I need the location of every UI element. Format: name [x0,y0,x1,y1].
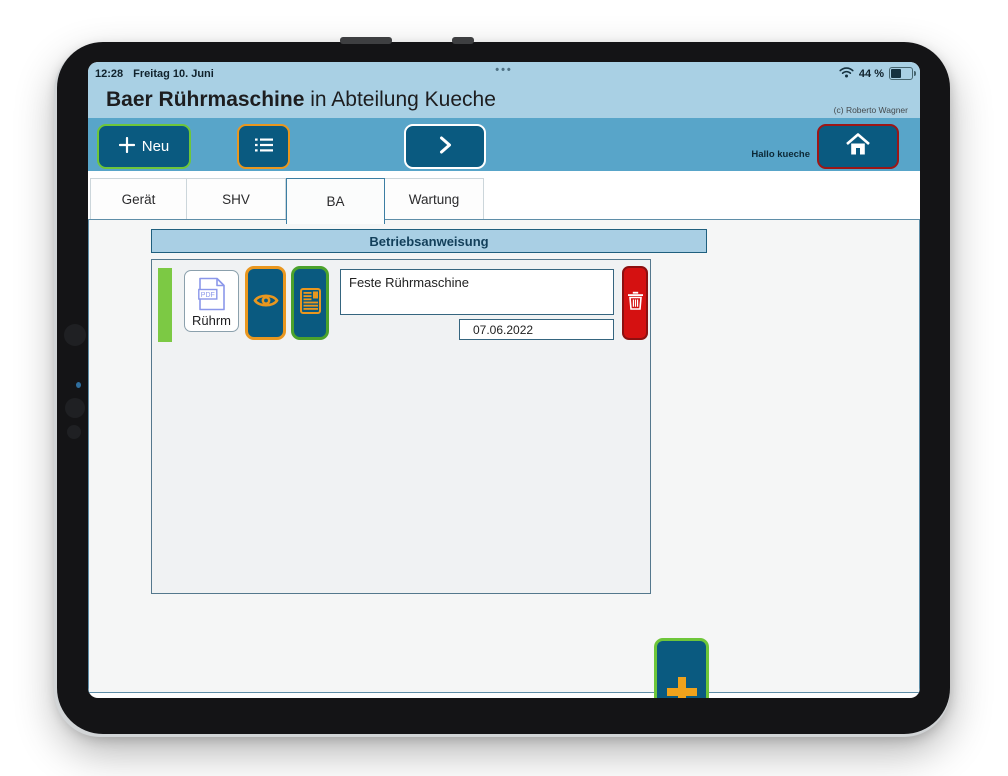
forward-button[interactable] [404,124,486,169]
preview-button[interactable] [245,266,286,340]
front-sensor [67,425,81,439]
page: 12:28 Freitag 10. Juni ••• 44 % [0,0,1008,776]
wifi-icon [839,67,854,81]
section-header: Betriebsanweisung [151,229,707,253]
camera-indicator [76,382,81,388]
eye-icon [253,292,279,314]
new-button[interactable]: Neu [97,124,191,169]
item-status-bar [158,268,172,342]
pdf-file-button[interactable]: PDF Rührm [184,270,239,332]
file-name-label: Rührm [192,313,231,328]
multitask-handle[interactable]: ••• [88,64,920,76]
tab-geraet[interactable]: Gerät [90,178,187,219]
copyright-label: (c) Roberto Wagner [834,105,908,115]
delete-button[interactable] [622,266,648,340]
page-title: Baer Rührmaschine in Abteilung Kueche [106,88,496,112]
content-panel: Betriebsanweisung PDF Rührm [88,219,920,693]
chevron-right-icon [439,136,452,158]
home-button[interactable] [817,124,899,169]
front-camera [64,324,86,346]
toolbar: Neu [88,118,920,171]
trash-icon [627,291,644,315]
tab-ba[interactable]: BA [286,178,385,224]
item-name-input[interactable]: Feste Rührmaschine [340,269,614,315]
app-screen: 12:28 Freitag 10. Juni ••• 44 % [88,62,920,698]
plus-icon [119,137,135,157]
new-button-label: Neu [142,138,170,155]
front-sensor [65,398,85,418]
greeting-label: Hallo kueche [751,149,810,160]
item-date-input[interactable]: 07.06.2022 [459,319,614,340]
battery-icon [889,67,913,80]
device-top-button [340,37,392,44]
tab-shv[interactable]: SHV [187,178,286,219]
list-view-button[interactable] [237,124,290,169]
status-bar: 12:28 Freitag 10. Juni ••• 44 % [88,62,920,85]
document-list: PDF Rührm [151,259,651,594]
page-title-device: Baer Rührmaschine [106,88,304,111]
svg-text:PDF: PDF [200,292,214,299]
title-bar: Baer Rührmaschine in Abteilung Kueche (c… [88,85,920,118]
tab-bar: Gerät SHV BA Wartung [88,178,920,219]
tab-wartung[interactable]: Wartung [385,178,484,219]
pdf-document-icon: PDF [198,277,226,311]
ipad-device-frame: 12:28 Freitag 10. Juni ••• 44 % [57,42,950,734]
protocol-button[interactable] [291,266,329,340]
plus-icon [664,674,700,699]
document-table-icon [300,288,321,319]
battery-percent: 44 % [859,68,884,80]
page-title-suffix: in Abteilung Kueche [304,88,495,111]
device-top-button [452,37,474,44]
add-document-button[interactable] [654,638,709,698]
bulleted-list-icon [254,137,274,157]
home-icon [844,132,872,161]
